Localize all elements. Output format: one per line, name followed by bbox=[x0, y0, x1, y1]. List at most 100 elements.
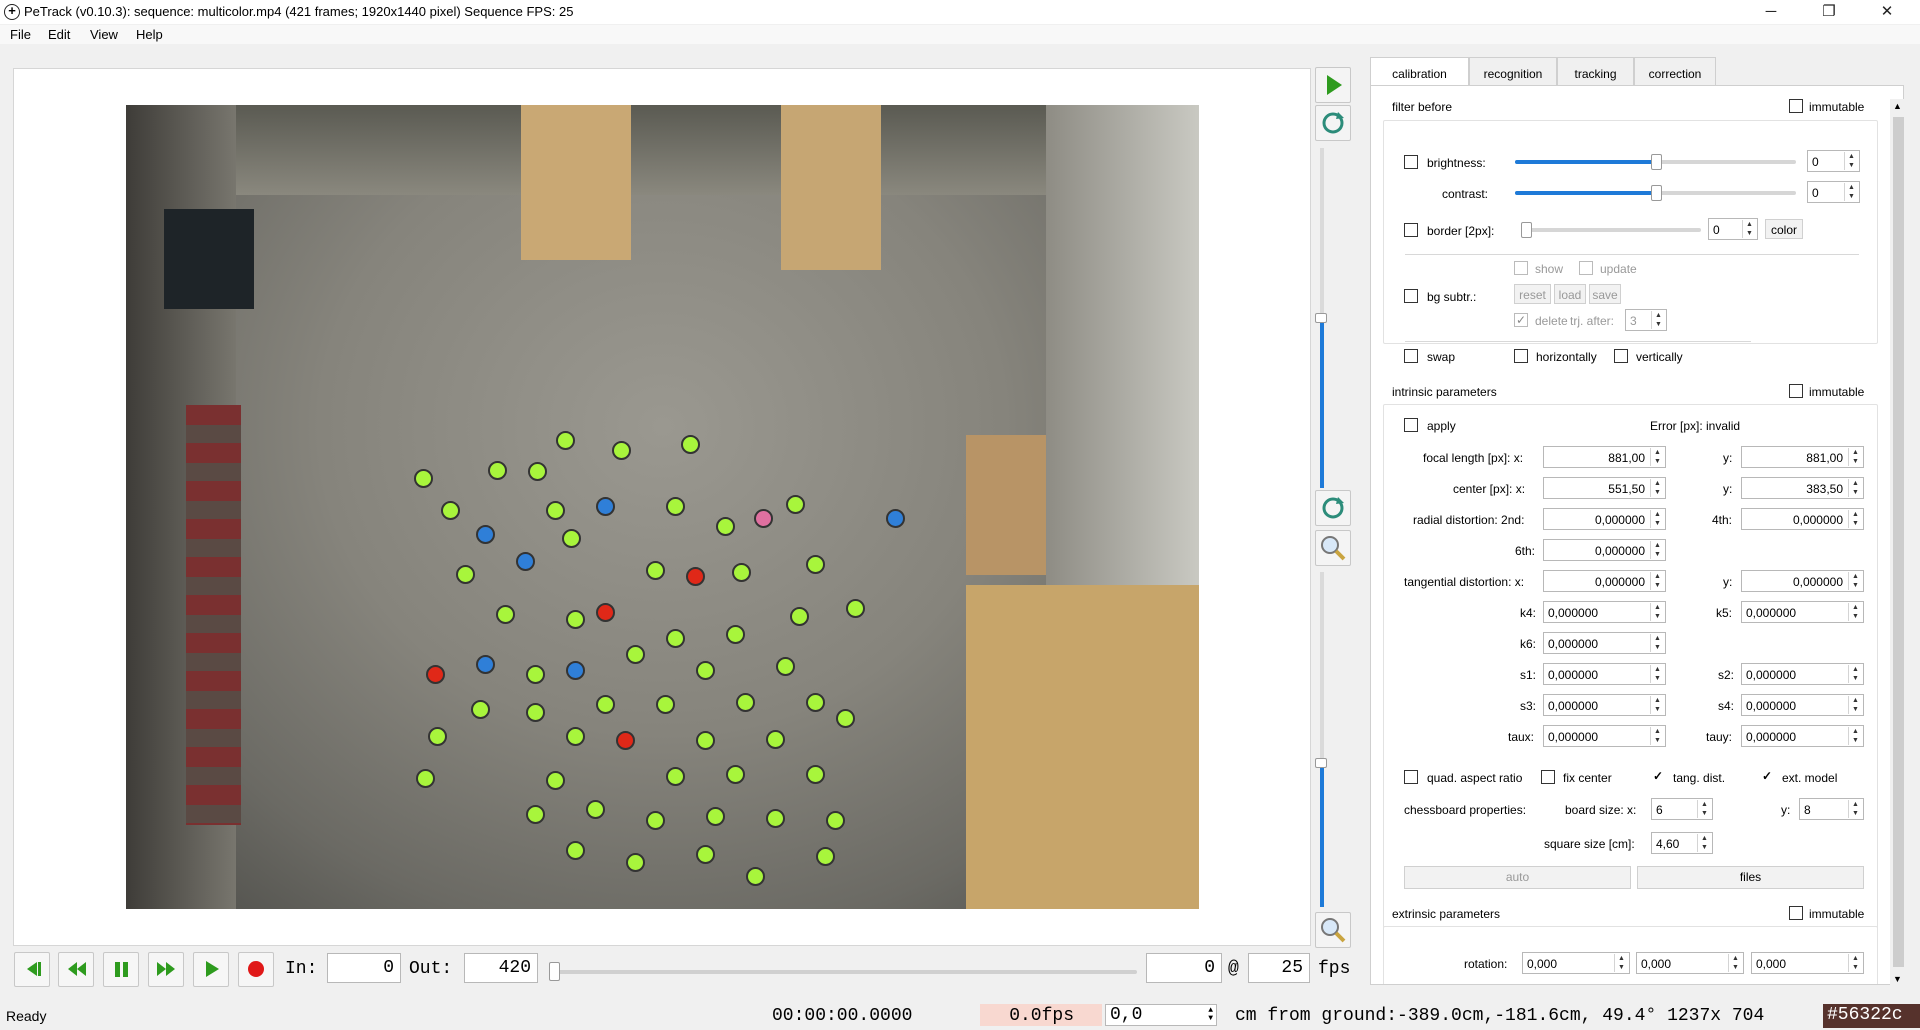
scrollbar-thumb[interactable] bbox=[1893, 117, 1904, 967]
menu-file[interactable]: File bbox=[10, 27, 31, 42]
focal-x-spinbox[interactable]: 881,00 ▲ ▼ bbox=[1543, 446, 1666, 468]
filter-immutable-checkbox[interactable] bbox=[1789, 99, 1803, 113]
contrast-spinbox[interactable]: 0 ▲ ▼ bbox=[1807, 181, 1860, 203]
current-frame-input[interactable]: 0 bbox=[1146, 953, 1222, 983]
bg-load-button[interactable]: load bbox=[1554, 284, 1586, 304]
radial-6th-spinbox[interactable]: 0,000000 ▲ ▼ bbox=[1543, 539, 1666, 561]
fix-center-checkbox[interactable] bbox=[1541, 770, 1555, 784]
board-y-spinbox[interactable]: 8 ▲ ▼ bbox=[1799, 798, 1864, 820]
border-color-button[interactable]: color bbox=[1765, 219, 1803, 239]
panel-scrollbar[interactable]: ▲ ▼ bbox=[1890, 99, 1907, 986]
close-button[interactable]: ✕ bbox=[1864, 0, 1910, 24]
k6-label: k6: bbox=[1520, 637, 1537, 651]
frame-slider-handle[interactable] bbox=[549, 962, 560, 981]
contrast-slider[interactable] bbox=[1515, 185, 1796, 201]
center-y-spinbox[interactable]: 383,50 ▲ ▼ bbox=[1741, 477, 1864, 499]
s3-spinbox[interactable]: 0,000000 ▲ ▼ bbox=[1543, 694, 1666, 716]
radial-4th-label: 4th: bbox=[1712, 513, 1733, 527]
radial-4th-spinbox[interactable]: 0,000000 ▲ ▼ bbox=[1741, 508, 1864, 530]
rotation-2-spinbox[interactable]: 0,000 ▲ ▼ bbox=[1636, 952, 1744, 974]
tang-dist-checkbox[interactable]: ✓ bbox=[1651, 770, 1665, 784]
bg-reset-button[interactable]: reset bbox=[1514, 284, 1551, 304]
center-x-spinbox[interactable]: 551,50 ▲ ▼ bbox=[1543, 477, 1666, 499]
apply-checkbox[interactable] bbox=[1404, 418, 1418, 432]
tangential-y-spinbox[interactable]: 0,000000 ▲ ▼ bbox=[1741, 570, 1864, 592]
swap-vertically-checkbox[interactable] bbox=[1614, 349, 1628, 363]
minimize-button[interactable]: ─ bbox=[1748, 0, 1794, 24]
play-icon[interactable] bbox=[1315, 67, 1351, 103]
extrinsic-immutable-checkbox[interactable] bbox=[1789, 906, 1803, 920]
swap-checkbox[interactable] bbox=[1404, 349, 1418, 363]
k5-spinbox[interactable]: 0,000000 ▲ ▼ bbox=[1741, 601, 1864, 623]
k6-spinbox[interactable]: 0,000000 ▲ ▼ bbox=[1543, 632, 1666, 654]
magnifier-icon[interactable] bbox=[1315, 530, 1351, 566]
refresh-icon[interactable] bbox=[1315, 105, 1351, 141]
menu-help[interactable]: Help bbox=[136, 27, 163, 42]
quad-aspect-checkbox[interactable] bbox=[1404, 770, 1418, 784]
record-button[interactable] bbox=[238, 952, 274, 987]
height-spinbox[interactable]: 0,0 ▲ ▼ bbox=[1105, 1004, 1217, 1026]
magnifier-icon[interactable] bbox=[1315, 912, 1351, 948]
restore-button[interactable]: ❐ bbox=[1806, 0, 1852, 24]
bg-delete-checkbox[interactable]: ✓ bbox=[1514, 313, 1528, 327]
play-button[interactable] bbox=[193, 952, 229, 987]
scroll-down-icon[interactable]: ▼ bbox=[1893, 974, 1902, 984]
swap-vertically-label: vertically bbox=[1636, 350, 1683, 364]
auto-button[interactable]: auto bbox=[1404, 866, 1631, 889]
square-size-spinbox[interactable]: 4,60 ▲ ▼ bbox=[1651, 832, 1713, 854]
bg-save-button[interactable]: save bbox=[1589, 284, 1621, 304]
step-forward-button[interactable] bbox=[148, 952, 184, 987]
ext-model-checkbox[interactable]: ✓ bbox=[1760, 770, 1774, 784]
tangential-x-spinbox[interactable]: 0,000000 ▲ ▼ bbox=[1543, 570, 1666, 592]
pause-button[interactable] bbox=[103, 952, 139, 987]
border-checkbox[interactable] bbox=[1404, 223, 1418, 237]
s2-spinbox[interactable]: 0,000000 ▲ ▼ bbox=[1741, 663, 1864, 685]
scale-slider-track[interactable] bbox=[1320, 572, 1324, 762]
brightness-slider[interactable] bbox=[1515, 154, 1796, 170]
k4-label: k4: bbox=[1520, 606, 1537, 620]
focal-y-spinbox[interactable]: 881,00 ▲ ▼ bbox=[1741, 446, 1864, 468]
bg-show-checkbox[interactable] bbox=[1514, 261, 1528, 275]
tab-tracking[interactable]: tracking bbox=[1557, 57, 1634, 86]
brightness-checkbox[interactable] bbox=[1404, 155, 1418, 169]
separator bbox=[1405, 341, 1751, 342]
zoom-slider-track[interactable] bbox=[1320, 148, 1324, 318]
menu-view[interactable]: View bbox=[90, 27, 118, 42]
brightness-spinbox[interactable]: 0 ▲ ▼ bbox=[1807, 150, 1860, 172]
tauy-spinbox[interactable]: 0,000000 ▲ ▼ bbox=[1741, 725, 1864, 747]
files-button[interactable]: files bbox=[1637, 866, 1864, 889]
height-value: 0,0 bbox=[1110, 1005, 1143, 1025]
rotation-3-spinbox[interactable]: 0,000 ▲ ▼ bbox=[1751, 952, 1864, 974]
scroll-up-icon[interactable]: ▲ bbox=[1893, 101, 1902, 111]
radial-2nd-spinbox[interactable]: 0,000000 ▲ ▼ bbox=[1543, 508, 1666, 530]
video-image[interactable] bbox=[126, 105, 1199, 909]
s1-spinbox[interactable]: 0,000000 ▲ ▼ bbox=[1543, 663, 1666, 685]
tab-correction[interactable]: correction bbox=[1634, 57, 1716, 86]
rotation-1-spinbox[interactable]: 0,000 ▲ ▼ bbox=[1522, 952, 1630, 974]
zoom-slider-handle[interactable] bbox=[1315, 313, 1327, 323]
step-back-button[interactable] bbox=[58, 952, 94, 987]
border-slider[interactable] bbox=[1521, 222, 1701, 238]
intrinsic-immutable-checkbox[interactable] bbox=[1789, 384, 1803, 398]
out-frame-input[interactable]: 420 bbox=[464, 953, 538, 983]
k4-spinbox[interactable]: 0,000000 ▲ ▼ bbox=[1543, 601, 1666, 623]
trj-after-spinbox[interactable]: 3 ▲ ▼ bbox=[1625, 309, 1667, 331]
taux-spinbox[interactable]: 0,000000 ▲ ▼ bbox=[1543, 725, 1666, 747]
menu-edit[interactable]: Edit bbox=[48, 27, 70, 42]
in-frame-input[interactable]: 0 bbox=[327, 953, 401, 983]
scale-slider-handle[interactable] bbox=[1315, 758, 1327, 768]
fps-input[interactable]: 25 bbox=[1248, 953, 1310, 983]
refresh-icon[interactable] bbox=[1315, 490, 1351, 526]
swap-horizontally-checkbox[interactable] bbox=[1514, 349, 1528, 363]
tab-calibration[interactable]: calibration bbox=[1370, 57, 1469, 86]
skip-to-start-button[interactable] bbox=[14, 952, 50, 987]
spin-arrows-icon[interactable]: ▲ ▼ bbox=[1208, 1007, 1213, 1023]
error-label: Error [px]: invalid bbox=[1650, 419, 1741, 433]
border-spinbox[interactable]: 0 ▲ ▼ bbox=[1708, 218, 1758, 240]
bg-subtr-checkbox[interactable] bbox=[1404, 289, 1418, 303]
frame-slider-track[interactable] bbox=[549, 970, 1137, 974]
s4-spinbox[interactable]: 0,000000 ▲ ▼ bbox=[1741, 694, 1864, 716]
board-x-spinbox[interactable]: 6 ▲ ▼ bbox=[1651, 798, 1713, 820]
bg-update-checkbox[interactable] bbox=[1579, 261, 1593, 275]
tab-recognition[interactable]: recognition bbox=[1469, 57, 1557, 86]
